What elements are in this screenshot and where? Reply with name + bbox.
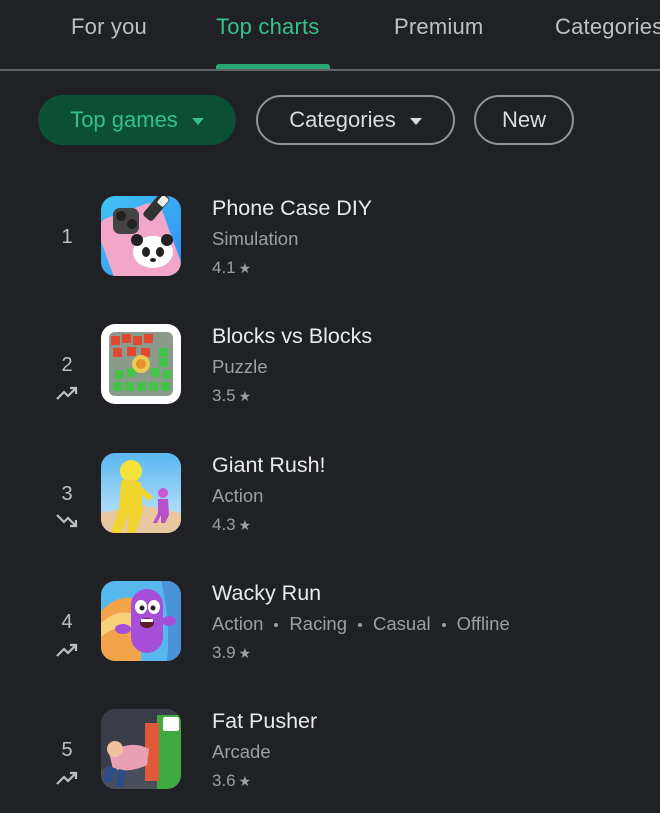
tab-top-charts[interactable]: Top charts [216,14,320,40]
wacky-run-app-icon [101,581,181,661]
rating-value: 3.5 [212,386,236,405]
separator-dot [441,623,446,628]
app-list-item[interactable]: 1 Phone Case DIY Simulation 4.1 ★ [0,192,660,282]
star-icon: ★ [238,773,252,789]
giant-rush-app-icon [101,453,181,533]
blocks-vs-blocks-app-icon [101,324,181,404]
chip-categories[interactable]: Categories [256,95,455,145]
app-list-item[interactable]: 3 Giant Rush! Action 4.3 ★ [0,449,660,539]
chip-new-label: New [501,107,546,132]
trending-up-icon [55,642,79,658]
separator-dot [274,623,279,628]
star-icon: ★ [238,645,252,661]
star-icon: ★ [238,388,252,404]
app-category: Arcade [212,741,271,762]
app-category: Offline [456,613,510,634]
trending-up-icon [55,770,79,786]
chip-new[interactable]: New [474,95,574,145]
tab-for-you[interactable]: For you [71,14,147,40]
app-title: Wacky Run [212,581,322,605]
app-category: Puzzle [212,356,268,377]
app-title: Giant Rush! [212,453,326,477]
app-rating: 3.5 ★ [212,386,251,406]
rating-value: 3.9 [212,643,236,662]
app-list-item[interactable]: 2 Blocks vs Blocks Puzzle 3.5 ★ [0,320,660,410]
rank-number: 3 [61,483,73,505]
app-title: Phone Case DIY [212,196,373,220]
app-title: Blocks vs Blocks [212,324,373,348]
rating-value: 3.6 [212,771,236,790]
phone-case-diy-app-icon [101,196,181,276]
app-category: Action [212,485,264,506]
app-rating: 4.1 ★ [212,258,251,278]
app-rating: 3.9 ★ [212,643,251,663]
app-category: Casual [373,613,431,634]
chip-categories-label: Categories [289,107,396,132]
fat-pusher-app-icon [101,709,181,789]
rank-number: 1 [61,226,73,248]
rating-value: 4.3 [212,515,236,534]
app-list-item[interactable]: 5 Fat Pusher Arcade 3.6 ★ [0,705,660,795]
dropdown-arrow-icon [409,117,422,125]
rating-value: 4.1 [212,258,236,277]
trending-up-icon [55,385,79,401]
app-category: Racing [289,613,348,634]
separator-dot [358,623,363,628]
top-tab-bar: For you Top charts Premium Categories [0,0,660,71]
rank-number: 4 [61,611,73,633]
rank-number: 2 [61,354,73,376]
trending-down-icon [55,513,79,529]
dropdown-arrow-icon [191,117,204,125]
tab-categories[interactable]: Categories [555,14,660,40]
chip-top-games-label: Top games [70,107,178,132]
app-category: Action [212,613,264,634]
star-icon: ★ [238,260,252,276]
app-rating: 3.6 ★ [212,771,251,791]
chip-top-games[interactable]: Top games [38,95,236,145]
rank-number: 5 [61,739,73,761]
app-categories: Action Racing Casual Offline [212,613,510,635]
app-category: Simulation [212,228,299,249]
app-title: Fat Pusher [212,709,318,733]
app-list-item[interactable]: 4 Wacky Run Action Racing Casual Offline 3.… [0,577,660,667]
star-icon: ★ [238,517,252,533]
app-rating: 4.3 ★ [212,515,251,535]
tab-divider [0,69,660,71]
tab-premium[interactable]: Premium [394,14,483,40]
